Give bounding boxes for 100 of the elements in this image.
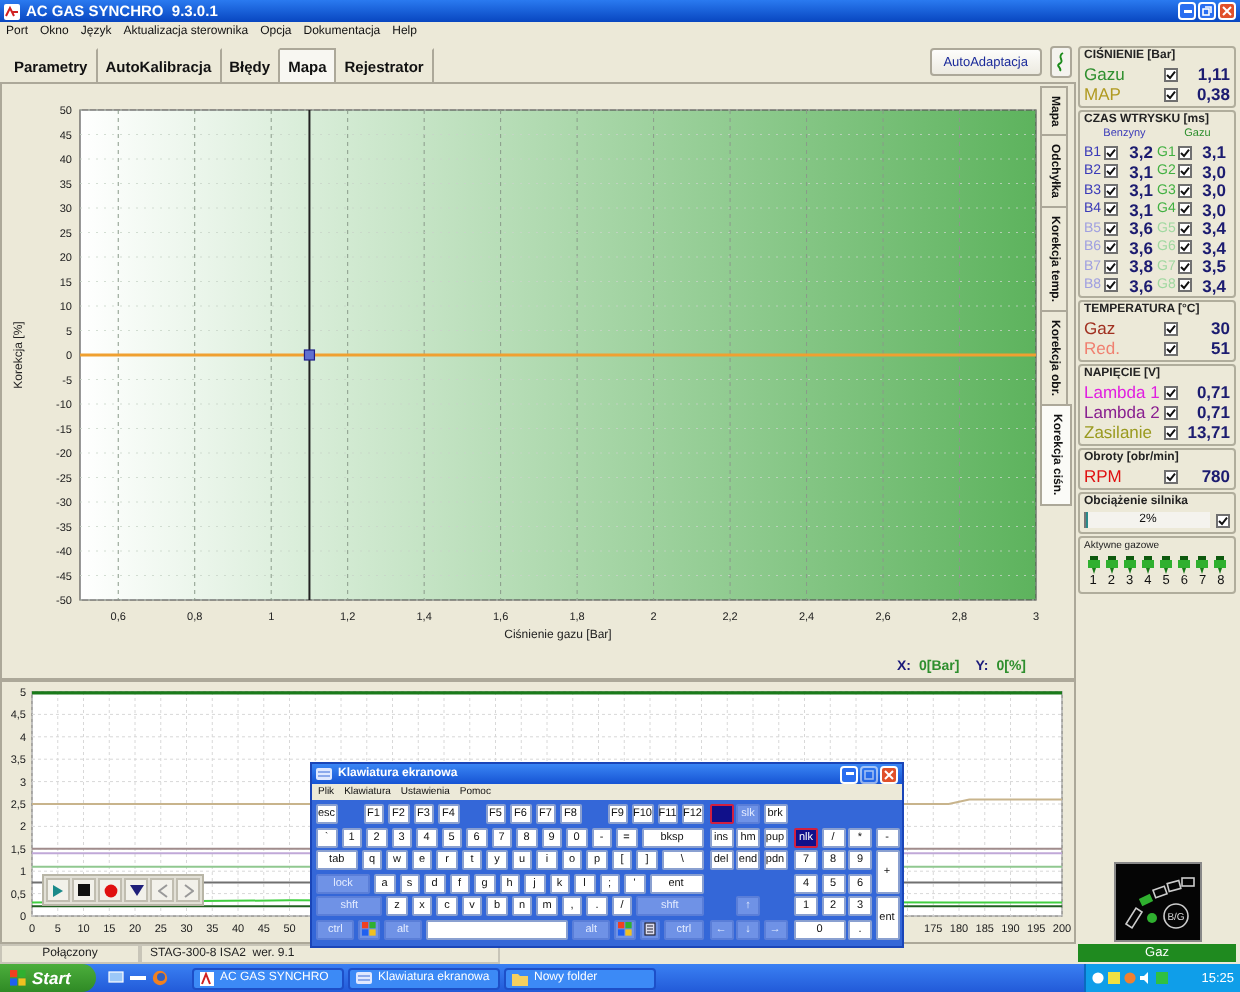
reading-value: 3,0 — [1200, 161, 1228, 181]
minimize-icon — [845, 772, 853, 776]
record-icon — [103, 883, 117, 897]
checkbox[interactable] — [1164, 321, 1178, 335]
checkbox[interactable] — [1177, 183, 1191, 197]
flag-icon — [618, 922, 633, 936]
checkbox[interactable] — [1177, 202, 1191, 216]
flag-icon — [10, 970, 26, 986]
minus-icon[interactable] — [130, 970, 146, 986]
flag-icon — [362, 922, 376, 936]
app-icon — [4, 3, 20, 19]
keyboard-icon — [356, 972, 372, 984]
checkbox[interactable] — [1104, 202, 1118, 216]
reading-value: 3,4 — [1200, 218, 1228, 238]
close-icon — [884, 769, 894, 779]
close-icon — [1222, 6, 1232, 16]
reading-value: 0,71 — [1194, 382, 1230, 402]
logo-drawing — [1123, 877, 1194, 930]
reading-label: MAP — [1084, 84, 1123, 104]
minimize-icon — [1183, 9, 1191, 13]
start-button[interactable]: Start — [0, 964, 96, 992]
record-button[interactable] — [98, 878, 122, 902]
tray-icon — [1156, 972, 1168, 984]
reading-value: 3,6 — [1127, 218, 1155, 238]
reading-label: Red. — [1084, 338, 1122, 358]
keyboard-key[interactable] — [358, 919, 380, 939]
reading-value: 3,1 — [1200, 142, 1228, 162]
reading-value: 1,11 — [1195, 64, 1230, 84]
reading-label: Zasilanie — [1084, 422, 1155, 442]
checkbox[interactable] — [1104, 183, 1118, 197]
list-icon — [644, 922, 657, 936]
checkbox[interactable] — [1177, 278, 1191, 292]
checkbox[interactable] — [1164, 385, 1178, 399]
reading-value: 3,4 — [1200, 275, 1228, 295]
reading-value: 30 — [1209, 318, 1230, 338]
minimize-button[interactable] — [840, 765, 858, 783]
checkbox[interactable] — [1216, 513, 1230, 527]
close-button[interactable] — [1218, 2, 1236, 20]
reading-value: 3,1 — [1127, 180, 1155, 200]
checkbox[interactable] — [1104, 164, 1118, 178]
reading-value: 780 — [1199, 466, 1230, 486]
squiggle-icon — [1056, 52, 1066, 72]
reading-value: 0,38 — [1194, 84, 1230, 104]
keyboard-key[interactable] — [639, 919, 661, 939]
speaker-icon — [1140, 972, 1152, 984]
reading-value: 3,2 — [1127, 142, 1155, 162]
reading-value: 3,0 — [1200, 180, 1228, 200]
tool-button[interactable] — [1050, 46, 1072, 78]
close-button[interactable] — [880, 765, 898, 783]
checkbox[interactable] — [1164, 67, 1178, 81]
checkbox[interactable] — [1164, 405, 1178, 419]
maximize-icon — [864, 769, 874, 779]
reading-value: 0,71 — [1194, 402, 1230, 422]
keyboard-key[interactable] — [709, 804, 734, 824]
reading-value: 3,0 — [1200, 199, 1228, 219]
reading-value: 3,1 — [1127, 199, 1155, 219]
reading-label: Gaz — [1084, 318, 1118, 338]
reading-value: 51 — [1209, 338, 1230, 358]
maximize-button[interactable] — [860, 765, 878, 783]
checkbox[interactable] — [1177, 240, 1191, 254]
checkbox[interactable] — [1104, 221, 1118, 235]
restore-button[interactable] — [1198, 2, 1216, 20]
down-triangle-icon — [129, 884, 143, 896]
checkbox[interactable] — [1177, 145, 1191, 159]
minimize-button[interactable] — [1178, 2, 1196, 20]
folder-icon — [512, 971, 528, 985]
checkbox[interactable] — [1164, 341, 1178, 355]
stop-button[interactable] — [72, 878, 96, 902]
checkbox[interactable] — [1104, 240, 1118, 254]
checkbox[interactable] — [1164, 87, 1178, 101]
checkbox[interactable] — [1177, 164, 1191, 178]
keyboard-key[interactable] — [426, 919, 569, 939]
marker-button[interactable] — [124, 878, 148, 902]
reading-label: Lambda 1 — [1084, 382, 1162, 402]
play-icon — [52, 883, 64, 897]
desktop-icon[interactable] — [108, 970, 124, 986]
reading-value: 3,1 — [1127, 161, 1155, 181]
reading-label: RPM — [1084, 466, 1124, 486]
stop-icon — [78, 884, 90, 896]
checkbox[interactable] — [1104, 278, 1118, 292]
play-button[interactable] — [46, 878, 70, 902]
reading-label: Lambda 2 — [1084, 402, 1162, 422]
checkbox[interactable] — [1177, 221, 1191, 235]
reading-value: 3,5 — [1200, 256, 1228, 276]
reading-value: 3,4 — [1200, 237, 1228, 257]
app-icon — [200, 971, 214, 985]
reading-value: 3,8 — [1127, 256, 1155, 276]
checkbox[interactable] — [1104, 259, 1118, 273]
checkbox[interactable] — [1164, 469, 1178, 483]
keyboard-key[interactable] — [614, 919, 636, 939]
checkbox[interactable] — [1104, 145, 1118, 159]
reading-value: 3,6 — [1127, 237, 1155, 257]
keyboard-icon — [316, 768, 332, 780]
reading-label: Gazu — [1084, 64, 1127, 84]
reading-value: 3,6 — [1127, 275, 1155, 295]
reading-value: 13,71 — [1185, 422, 1230, 442]
restore-icon — [1202, 6, 1212, 16]
checkbox[interactable] — [1177, 259, 1191, 273]
point-marker[interactable] — [303, 349, 316, 361]
checkbox[interactable] — [1164, 425, 1178, 439]
